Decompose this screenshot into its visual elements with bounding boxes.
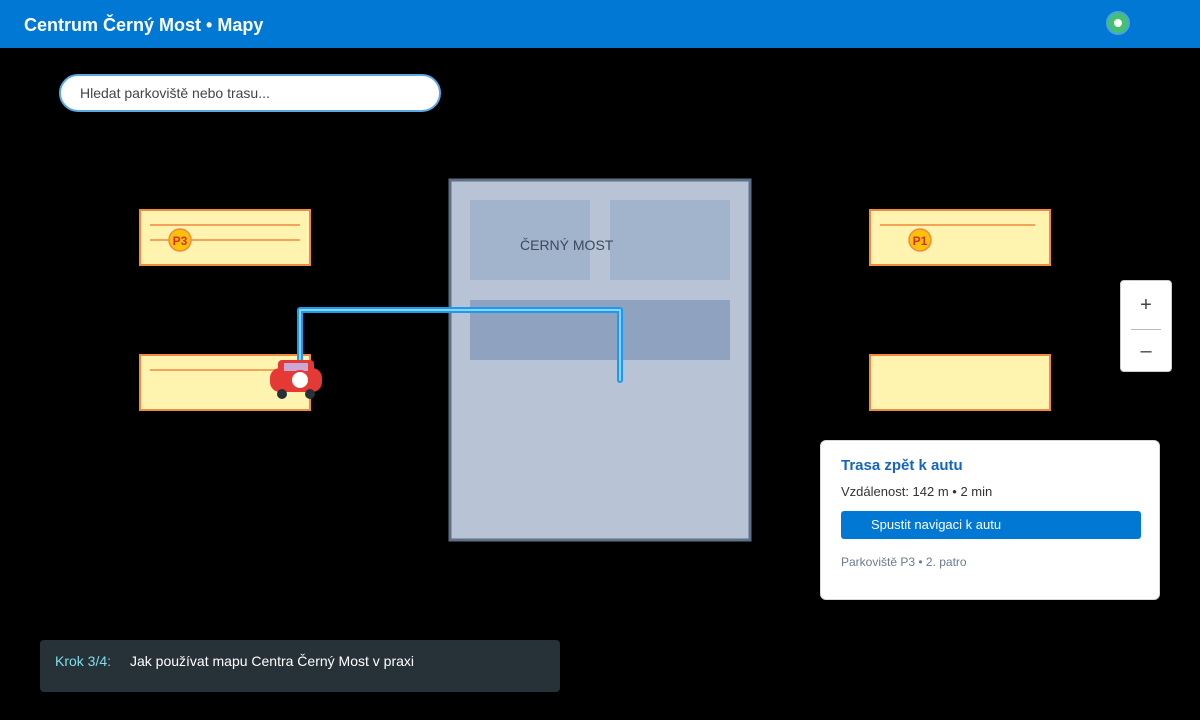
parking-lot-right-lower[interactable]	[869, 354, 1051, 411]
route-distance: Vzdálenost: 142 m • 2 min	[841, 484, 993, 499]
building-label: ČERNÝ MOST	[520, 237, 614, 253]
step-counter: Krok 3/4:	[55, 653, 112, 669]
start-navigation-button[interactable]: Spustit navigaci k autu	[841, 511, 1141, 539]
parking-marker-label: P1	[913, 234, 928, 248]
zoom-control: + –	[1120, 280, 1172, 372]
route-panel: Trasa zpět k autu Vzdálenost: 142 m • 2 …	[820, 440, 1160, 600]
tutorial-step-bar: Krok 3/4: Jak používat mapu Centra Černý…	[40, 640, 560, 692]
zoom-out-button[interactable]: –	[1121, 329, 1171, 373]
route-title: Trasa zpět k autu	[841, 457, 963, 474]
parking-marker-p1[interactable]: P1	[908, 228, 932, 252]
parking-marker-p3[interactable]: P3	[168, 228, 192, 252]
parking-marker-label: P3	[173, 234, 188, 248]
zoom-in-button[interactable]: +	[1121, 283, 1171, 327]
search-input[interactable]	[59, 74, 441, 112]
building-cerny-most[interactable]: ČERNÝ MOST	[448, 178, 752, 542]
parking-lot-p3[interactable]: P3	[139, 209, 311, 266]
parking-lot-p1[interactable]: P1	[869, 209, 1051, 266]
parking-location: Parkoviště P3 • 2. patro	[841, 555, 967, 569]
step-description: Jak používat mapu Centra Černý Most v pr…	[130, 653, 415, 669]
